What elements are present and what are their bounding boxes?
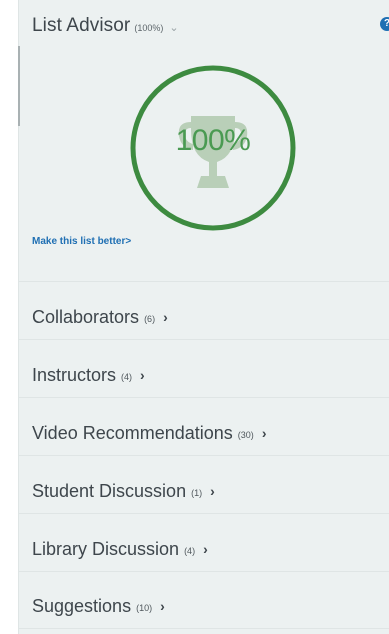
menu-item-count: (4) — [121, 372, 133, 382]
chevron-right-icon: › — [210, 483, 215, 499]
list-advisor-score: (100%) — [134, 23, 164, 33]
menu-item-label: Video Recommendations — [32, 422, 233, 443]
link-chevron: > — [125, 236, 132, 247]
score-percent: 100% — [175, 124, 251, 157]
chevron-right-icon: › — [160, 598, 165, 614]
advisor-score-ring: 100% — [125, 64, 301, 232]
menu-item-library-discussion[interactable]: Library Discussion (4) › — [19, 521, 389, 577]
menu-item-label: Library Discussion — [32, 538, 180, 559]
menu-item-count: (6) — [144, 314, 156, 324]
divider — [19, 339, 389, 340]
menu-item-collaborators[interactable]: Collaborators (6) › — [19, 289, 389, 345]
menu-item-count: (1) — [191, 488, 203, 498]
menu-item-suggestions[interactable]: Suggestions (10) › — [19, 578, 389, 634]
chevron-right-icon: › — [140, 367, 145, 383]
chevron-right-icon: › — [163, 309, 168, 325]
divider — [19, 281, 389, 282]
menu-item-count: (10) — [136, 603, 153, 613]
divider — [19, 455, 389, 456]
menu-item-video-recommendations[interactable]: Video Recommendations (30) › — [19, 405, 389, 461]
menu-item-student-discussion[interactable]: Student Discussion (1) › — [19, 463, 389, 519]
divider — [19, 628, 389, 629]
menu-item-label: Collaborators — [32, 306, 140, 327]
divider — [19, 513, 389, 514]
menu-item-count: (30) — [237, 430, 254, 440]
menu-item-instructors[interactable]: Instructors (4) › — [19, 347, 389, 403]
menu-item-label: Student Discussion — [32, 480, 187, 501]
make-list-better-link[interactable]: Make this list better> — [32, 236, 131, 247]
divider — [19, 571, 389, 572]
list-advisor-title: List Advisor — [32, 15, 131, 36]
menu-item-label: Instructors — [32, 364, 117, 385]
panel-edge-marker — [18, 46, 20, 126]
chevron-right-icon: › — [203, 541, 208, 557]
make-list-better-label: Make this list better — [32, 236, 126, 247]
help-icon[interactable]: ? — [380, 17, 389, 31]
menu-item-label: Suggestions — [32, 595, 132, 616]
list-advisor-toggle[interactable]: List Advisor (100%) ⌄ — [32, 15, 179, 37]
divider — [19, 397, 389, 398]
menu-item-count: (4) — [184, 546, 196, 556]
chevron-right-icon: › — [261, 425, 267, 441]
chevron-down-icon: ⌄ — [169, 22, 179, 34]
